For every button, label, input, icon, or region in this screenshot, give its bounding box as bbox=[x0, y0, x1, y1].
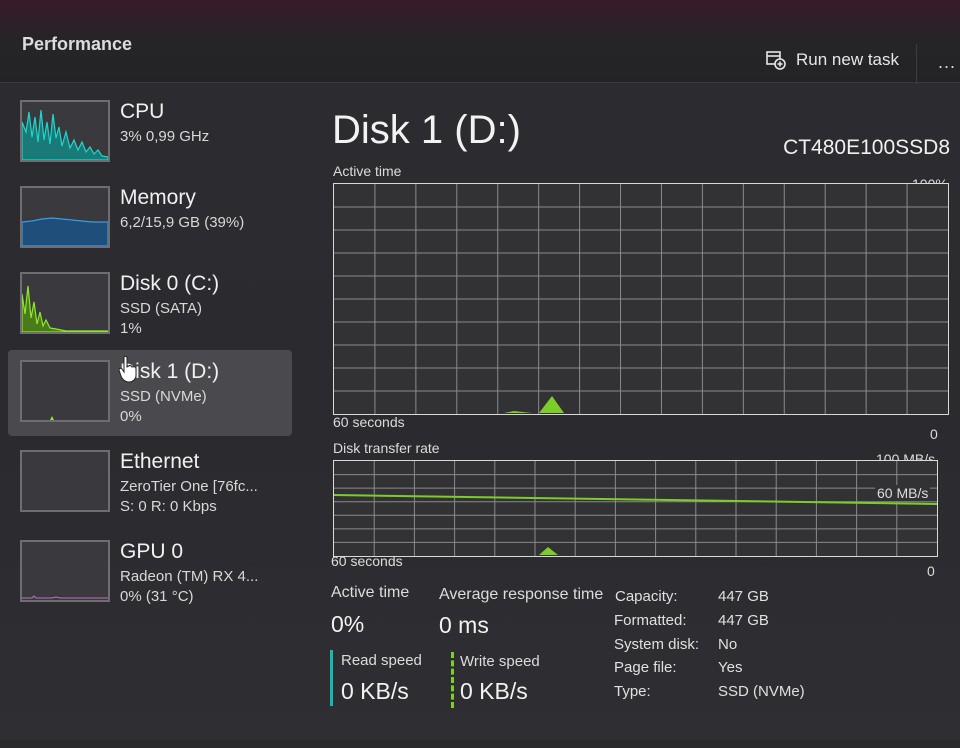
run-task-icon bbox=[766, 50, 786, 70]
active-time-graph-label: Active time bbox=[333, 163, 402, 179]
active-time-graph bbox=[333, 183, 949, 415]
sidebar-item-usage: 0% (31 °C) bbox=[120, 588, 194, 605]
sidebar-item-label: GPU 0 bbox=[120, 540, 184, 563]
system-disk-value: No bbox=[718, 636, 738, 653]
sidebar-item-disk1[interactable]: Disk 1 (D:) SSD (NVMe) 0% bbox=[8, 350, 292, 436]
capacity-label: Capacity: bbox=[615, 588, 678, 605]
sidebar-item-usage: S: 0 R: 0 Kbps bbox=[120, 498, 217, 515]
formatted-label: Formatted: bbox=[614, 612, 687, 629]
transfer-rate-min-label: 0 bbox=[927, 563, 935, 579]
transfer-rate-chart bbox=[334, 461, 937, 556]
transfer-rate-spike bbox=[539, 547, 558, 555]
active-time-spike bbox=[504, 396, 564, 413]
sidebar-item-detail: ZeroTier One [76fc... bbox=[120, 478, 258, 495]
sidebar-item-label: Ethernet bbox=[120, 450, 200, 473]
write-speed-label: Write speed bbox=[460, 653, 540, 670]
disk1-thumbnail-graph bbox=[20, 360, 110, 422]
gpu-thumbnail-graph bbox=[20, 540, 110, 602]
read-speed-accent bbox=[330, 650, 333, 706]
write-speed-value: 0 KB/s bbox=[460, 678, 528, 704]
active-time-stat-value: 0% bbox=[331, 611, 365, 637]
memory-thumbnail-graph bbox=[20, 186, 110, 248]
disk0-thumbnail-graph bbox=[20, 272, 110, 334]
sidebar-item-detail: 6,2/15,9 GB (39%) bbox=[120, 214, 245, 231]
page-file-value: Yes bbox=[718, 659, 743, 676]
capacity-value: 447 GB bbox=[718, 588, 769, 605]
page-file-label: Page file: bbox=[614, 659, 677, 676]
avg-response-label: Average response time bbox=[439, 586, 604, 603]
mouse-cursor-icon bbox=[117, 355, 139, 388]
page-title: Performance bbox=[22, 34, 133, 54]
more-options-button[interactable]: ... bbox=[938, 52, 956, 73]
avg-response-value: 0 ms bbox=[439, 612, 489, 638]
sidebar-item-gpu0[interactable]: GPU 0 Radeon (TM) RX 4... 0% (31 °C) bbox=[8, 530, 292, 616]
type-label: Type: bbox=[614, 683, 651, 700]
transfer-scale-line bbox=[334, 494, 937, 505]
active-time-duration: 60 seconds bbox=[333, 414, 405, 430]
transfer-rate-graph bbox=[333, 460, 938, 557]
transfer-rate-graph-label: Disk transfer rate bbox=[333, 440, 440, 456]
active-time-chart bbox=[334, 184, 948, 414]
type-value: SSD (NVMe) bbox=[718, 683, 805, 700]
sidebar-item-memory[interactable]: Memory 6,2/15,9 GB (39%) bbox=[8, 176, 292, 262]
sidebar-item-label: Memory bbox=[120, 186, 196, 209]
sidebar-item-label: Disk 0 (C:) bbox=[120, 272, 220, 295]
sidebar-item-cpu[interactable]: CPU 3% 0,99 GHz bbox=[8, 90, 292, 176]
disk-model: CT480E100SSD8 bbox=[783, 136, 950, 159]
transfer-rate-duration: 60 seconds bbox=[331, 553, 403, 569]
sidebar-item-detail: SSD (NVMe) bbox=[120, 388, 207, 405]
sidebar-item-disk0[interactable]: Disk 0 (C:) SSD (SATA) 1% bbox=[8, 262, 292, 348]
active-time-min-label: 0 bbox=[930, 426, 938, 442]
disk-title: Disk 1 (D:) bbox=[332, 108, 521, 152]
write-speed-accent bbox=[451, 652, 454, 708]
ethernet-thumbnail-graph bbox=[20, 450, 110, 512]
sidebar-item-detail: Radeon (TM) RX 4... bbox=[120, 568, 259, 585]
active-time-stat-label: Active time bbox=[331, 584, 410, 601]
run-new-task-button[interactable]: Run new task bbox=[766, 50, 899, 70]
formatted-value: 447 GB bbox=[718, 612, 769, 629]
sidebar-item-usage: 1% bbox=[120, 320, 142, 337]
sidebar-item-detail: SSD (SATA) bbox=[120, 300, 202, 317]
sidebar-item-usage: 0% bbox=[120, 408, 142, 425]
cpu-thumbnail-graph bbox=[20, 100, 110, 162]
sidebar-item-detail: 3% 0,99 GHz bbox=[120, 128, 210, 145]
read-speed-label: Read speed bbox=[341, 652, 422, 669]
toolbar-divider bbox=[916, 44, 917, 84]
run-new-task-label: Run new task bbox=[796, 50, 899, 69]
read-speed-value: 0 KB/s bbox=[341, 678, 409, 704]
task-manager-window: Performance Run new task ... CPU 3% 0,99… bbox=[0, 0, 960, 740]
transfer-rate-line-label: 60 MB/s bbox=[875, 485, 931, 501]
sidebar-item-label: CPU bbox=[120, 100, 165, 123]
title-bar: Performance Run new task ... bbox=[0, 0, 960, 84]
sidebar-item-ethernet[interactable]: Ethernet ZeroTier One [76fc... S: 0 R: 0… bbox=[8, 440, 292, 526]
system-disk-label: System disk: bbox=[614, 636, 700, 653]
